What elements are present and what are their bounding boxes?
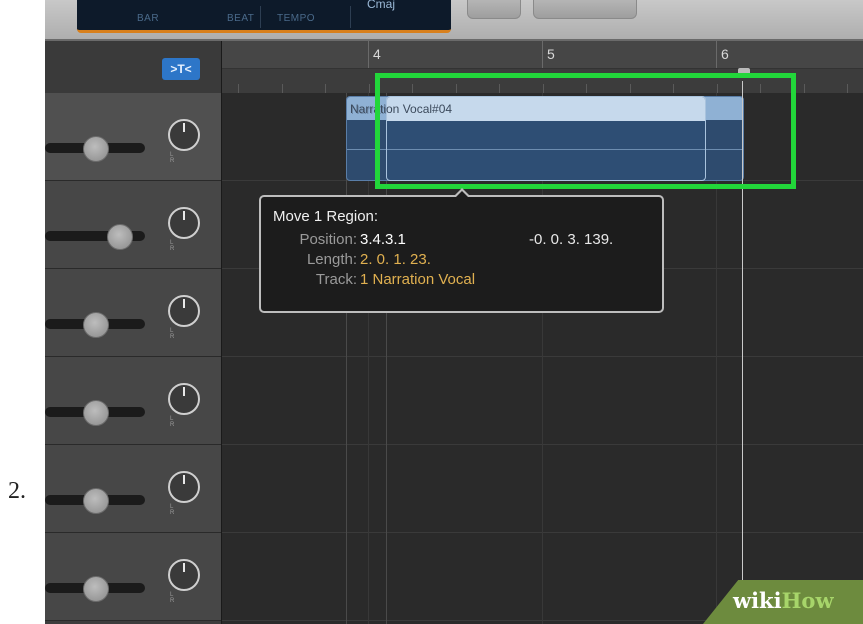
track-header[interactable]: L R — [45, 357, 221, 445]
pan-knob-indicator — [183, 299, 185, 308]
step-number: 2. — [8, 478, 26, 504]
bar-number-4: 4 — [373, 46, 381, 62]
volume-slider-thumb[interactable] — [107, 224, 133, 250]
bar-number-6: 6 — [721, 46, 729, 62]
pan-label: L R — [170, 240, 184, 252]
volume-slider-thumb[interactable] — [83, 312, 109, 338]
track-headers: >T< L R L R L R L R L R L R — [45, 41, 222, 624]
track-header[interactable]: L R — [45, 445, 221, 533]
bar-number-5: 5 — [547, 46, 555, 62]
pan-knob-indicator — [183, 123, 185, 132]
pan-knob-indicator — [183, 563, 185, 572]
beat-tick — [369, 84, 370, 93]
pan-label: L R — [170, 416, 184, 428]
beat-tick — [804, 84, 805, 93]
tooltip-title: Move 1 Region: — [273, 208, 379, 225]
toolbar-button[interactable] — [533, 0, 637, 19]
tooltip-row-label: Length: — [306, 251, 357, 268]
pan-knob[interactable] — [168, 383, 200, 415]
pan-label: L R — [170, 592, 184, 604]
pan-knob[interactable] — [168, 295, 200, 327]
watermark-part1: wiki — [733, 588, 782, 613]
volume-slider-thumb[interactable] — [83, 576, 109, 602]
tooltip-row-label: Track: — [315, 271, 357, 288]
beat-tick — [325, 84, 326, 93]
watermark-logo: wikiHow — [733, 588, 834, 613]
track-header[interactable]: L R — [45, 533, 221, 621]
bar-tick — [368, 41, 369, 68]
pan-label: L R — [170, 504, 184, 516]
pan-knob[interactable] — [168, 471, 200, 503]
control-bar: BAR BEAT TEMPO Cmaj — [45, 0, 863, 41]
track-header[interactable]: L R — [45, 93, 221, 181]
track-header-toolbar: >T< — [45, 41, 221, 94]
tooltip-row-label: Position: — [299, 231, 357, 248]
bar-tick — [542, 41, 543, 68]
highlight-box — [375, 73, 796, 189]
pan-knob[interactable] — [168, 559, 200, 591]
lcd-key-value: Cmaj — [367, 0, 396, 11]
track-header[interactable]: L R — [45, 269, 221, 357]
catch-playhead-button[interactable]: >T< — [162, 58, 200, 80]
track-header[interactable]: L R — [45, 181, 221, 269]
watermark-part2: How — [781, 588, 834, 613]
volume-slider-thumb[interactable] — [83, 488, 109, 514]
garageband-window: BAR BEAT TEMPO Cmaj >T< L R L R L R L R L R L… — [45, 0, 863, 624]
tracks-area[interactable]: Narration Vocal#04 Narration Vocal#04 Mo… — [222, 73, 863, 624]
volume-slider-thumb[interactable] — [83, 136, 109, 162]
pan-knob[interactable] — [168, 119, 200, 151]
toolbar-button[interactable] — [467, 0, 521, 19]
lcd-separator — [350, 6, 351, 28]
tooltip-row-value: 3.4.3.1 — [360, 231, 406, 248]
pan-knob-indicator — [183, 475, 185, 484]
lcd-display[interactable]: BAR BEAT TEMPO Cmaj — [77, 0, 451, 33]
tooltip-row-value: 2. 0. 1. 23. — [360, 251, 431, 268]
lcd-bar-label: BAR — [137, 13, 160, 24]
pan-label: L R — [170, 152, 184, 164]
pan-knob-indicator — [183, 387, 185, 396]
beat-tick — [847, 84, 848, 93]
beat-tick — [282, 84, 283, 93]
tooltip-row-value: 1 Narration Vocal — [360, 271, 476, 288]
move-region-tooltip: Move 1 Region: Position: 3.4.3.1 Length: 2.… — [259, 188, 664, 313]
lcd-separator — [260, 6, 261, 28]
lcd-beat-label: BEAT — [227, 13, 255, 24]
lcd-tempo-label: TEMPO — [277, 13, 316, 24]
bar-tick — [716, 41, 717, 68]
pan-knob[interactable] — [168, 207, 200, 239]
pan-label: L R — [170, 328, 184, 340]
tooltip-position-delta: -0. 0. 3. 139. — [529, 231, 614, 248]
pan-knob-indicator — [183, 211, 185, 220]
volume-slider-thumb[interactable] — [83, 400, 109, 426]
beat-tick — [238, 84, 239, 93]
tooltip-arrow-inner — [455, 191, 469, 198]
